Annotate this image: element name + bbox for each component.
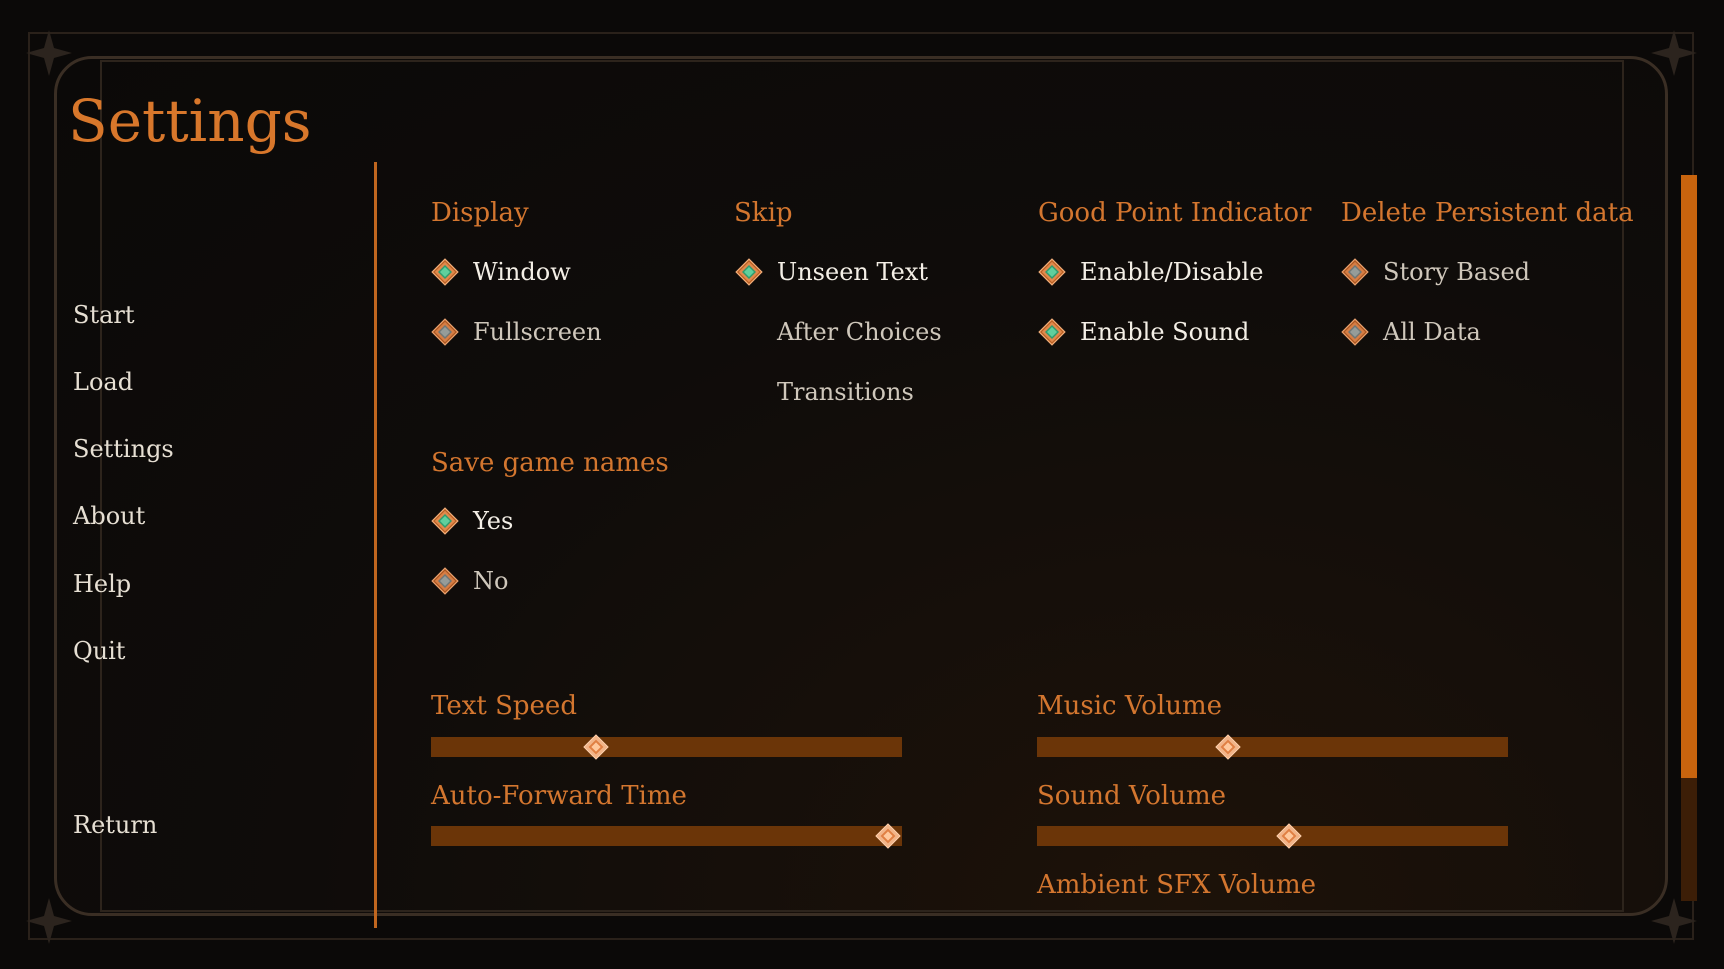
gem-unselected-icon (1341, 258, 1369, 286)
gem-selected-icon (431, 507, 459, 535)
nav-quit[interactable]: Quit (73, 636, 125, 666)
gem-selected-icon (1038, 318, 1066, 346)
delete-option-story-based[interactable]: Story Based (1341, 257, 1530, 287)
gem-unselected-icon (431, 567, 459, 595)
nav-settings[interactable]: Settings (73, 434, 174, 464)
corner-star-icon (1649, 896, 1699, 946)
menu-divider (374, 162, 377, 928)
gem-selected-icon (735, 258, 763, 286)
text-speed-slider[interactable] (431, 737, 902, 757)
page-title: Settings (68, 87, 312, 155)
save-names-option-no[interactable]: No (431, 566, 508, 596)
text-speed-label: Text Speed (431, 691, 577, 721)
option-label: No (473, 567, 509, 595)
settings-scrollbar[interactable] (1681, 175, 1697, 901)
scrollbar-thumb[interactable] (1681, 175, 1697, 778)
corner-star-icon (24, 896, 74, 946)
skip-option-unseen-text[interactable]: Unseen Text (735, 257, 928, 287)
good-point-option-sound[interactable]: Enable Sound (1038, 317, 1249, 347)
gem-selected-icon (431, 258, 459, 286)
sound-volume-label: Sound Volume (1037, 781, 1227, 811)
music-volume-label: Music Volume (1037, 691, 1222, 721)
sound-volume-slider[interactable] (1037, 826, 1508, 846)
corner-star-icon (1649, 28, 1699, 78)
skip-option-transitions[interactable]: Transitions (735, 377, 914, 407)
nav-return[interactable]: Return (73, 810, 157, 840)
nav-load[interactable]: Load (73, 367, 133, 397)
option-label: Story Based (1383, 258, 1531, 286)
auto-forward-label: Auto-Forward Time (431, 781, 687, 811)
save-names-option-yes[interactable]: Yes (431, 506, 513, 536)
skip-heading: Skip (734, 198, 793, 228)
gem-unselected-icon (431, 318, 459, 346)
gem-unselected-icon (1341, 318, 1369, 346)
display-heading: Display (431, 198, 529, 228)
option-label: Transitions (777, 378, 914, 406)
skip-option-after-choices[interactable]: After Choices (735, 317, 942, 347)
nav-help[interactable]: Help (73, 569, 131, 599)
good-point-heading: Good Point Indicator (1038, 198, 1312, 228)
slider-thumb-gem-icon[interactable] (875, 823, 901, 849)
slider-thumb-gem-icon[interactable] (1276, 823, 1302, 849)
option-label: Enable/Disable (1080, 258, 1264, 286)
slider-thumb-gem-icon[interactable] (1215, 734, 1241, 760)
option-label: After Choices (777, 318, 942, 346)
corner-star-icon (24, 28, 74, 78)
option-label: All Data (1383, 318, 1481, 346)
delete-option-all-data[interactable]: All Data (1341, 317, 1481, 347)
ambient-sfx-label: Ambient SFX Volume (1037, 870, 1317, 900)
option-label: Enable Sound (1080, 318, 1250, 346)
option-label: Unseen Text (777, 258, 929, 286)
option-label: Window (473, 258, 571, 286)
save-names-heading: Save game names (431, 448, 669, 478)
nav-start[interactable]: Start (73, 300, 135, 330)
gem-selected-icon (1038, 258, 1066, 286)
nav-about[interactable]: About (73, 501, 145, 531)
settings-panel (54, 56, 1668, 916)
auto-forward-slider[interactable] (431, 826, 902, 846)
option-label: Yes (473, 507, 514, 535)
display-option-fullscreen[interactable]: Fullscreen (431, 317, 602, 347)
good-point-option-enable[interactable]: Enable/Disable (1038, 257, 1263, 287)
music-volume-slider[interactable] (1037, 737, 1508, 757)
option-label: Fullscreen (473, 318, 602, 346)
delete-data-heading: Delete Persistent data (1341, 198, 1634, 228)
display-option-window[interactable]: Window (431, 257, 571, 287)
slider-thumb-gem-icon[interactable] (583, 734, 609, 760)
